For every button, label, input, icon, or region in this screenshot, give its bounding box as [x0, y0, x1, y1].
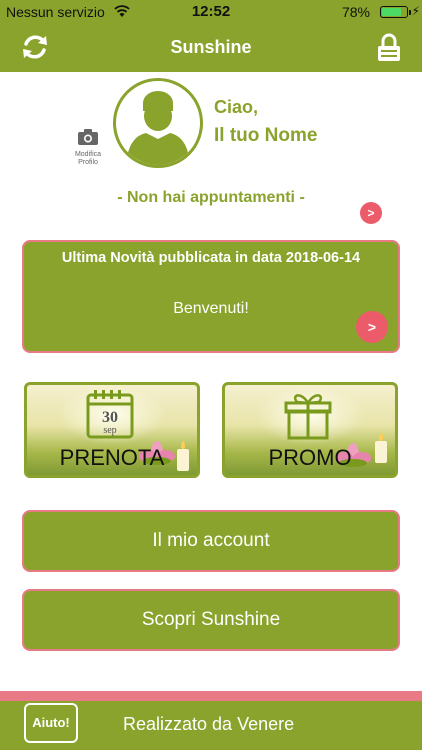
battery-icon	[380, 6, 408, 18]
avatar[interactable]	[113, 78, 203, 168]
footer: Aiuto! Realizzato da Venere	[0, 701, 422, 750]
news-arrow-button[interactable]: >	[356, 311, 388, 343]
news-body: Benvenuti!	[173, 300, 249, 317]
news-card[interactable]: Ultima Novità pubblicata in data 2018-06…	[22, 240, 400, 353]
prenota-tile[interactable]: 30 sep PRENOTA	[24, 382, 200, 478]
edit-profile-label-1: Modifica	[74, 151, 102, 158]
my-account-button[interactable]: Il mio account	[22, 510, 400, 572]
promo-label: PROMO	[268, 445, 352, 470]
appointments-status: - Non hai appuntamenti -	[117, 189, 305, 206]
footer-stripe	[0, 691, 422, 701]
calendar-month: sep	[103, 425, 116, 436]
edit-profile-button[interactable]: Modifica Profilo	[68, 128, 108, 168]
status-bar: Nessun servizio 12:52 78% ⚡	[0, 0, 422, 24]
page-title: Sunshine	[170, 37, 252, 57]
calendar-icon: 30 sep	[86, 390, 134, 439]
camera-icon	[78, 129, 98, 145]
lock-icon[interactable]	[376, 32, 402, 62]
appointments-arrow-button[interactable]: >	[360, 202, 382, 224]
charging-icon: ⚡	[411, 4, 420, 18]
greeting: Ciao,	[214, 97, 259, 117]
calendar-day: 30	[102, 409, 118, 426]
discover-sunshine-button[interactable]: Scopri Sunshine	[22, 589, 400, 651]
footer-credit: Realizzato da Venere	[123, 714, 295, 734]
news-title: Ultima Novità pubblicata in data 2018-06…	[61, 250, 361, 266]
gift-icon	[284, 394, 332, 440]
help-button[interactable]: Aiuto!	[24, 703, 78, 743]
promo-tile[interactable]: PROMO	[222, 382, 398, 478]
prenota-label: PRENOTA	[59, 445, 165, 470]
user-silhouette-icon	[126, 91, 190, 165]
battery-percent: 78%	[341, 4, 370, 20]
nav-bar: Sunshine	[0, 24, 422, 72]
flame-icon	[379, 433, 383, 441]
user-name: Il tuo Nome	[214, 125, 318, 146]
edit-profile-label-2: Profilo	[78, 159, 98, 166]
